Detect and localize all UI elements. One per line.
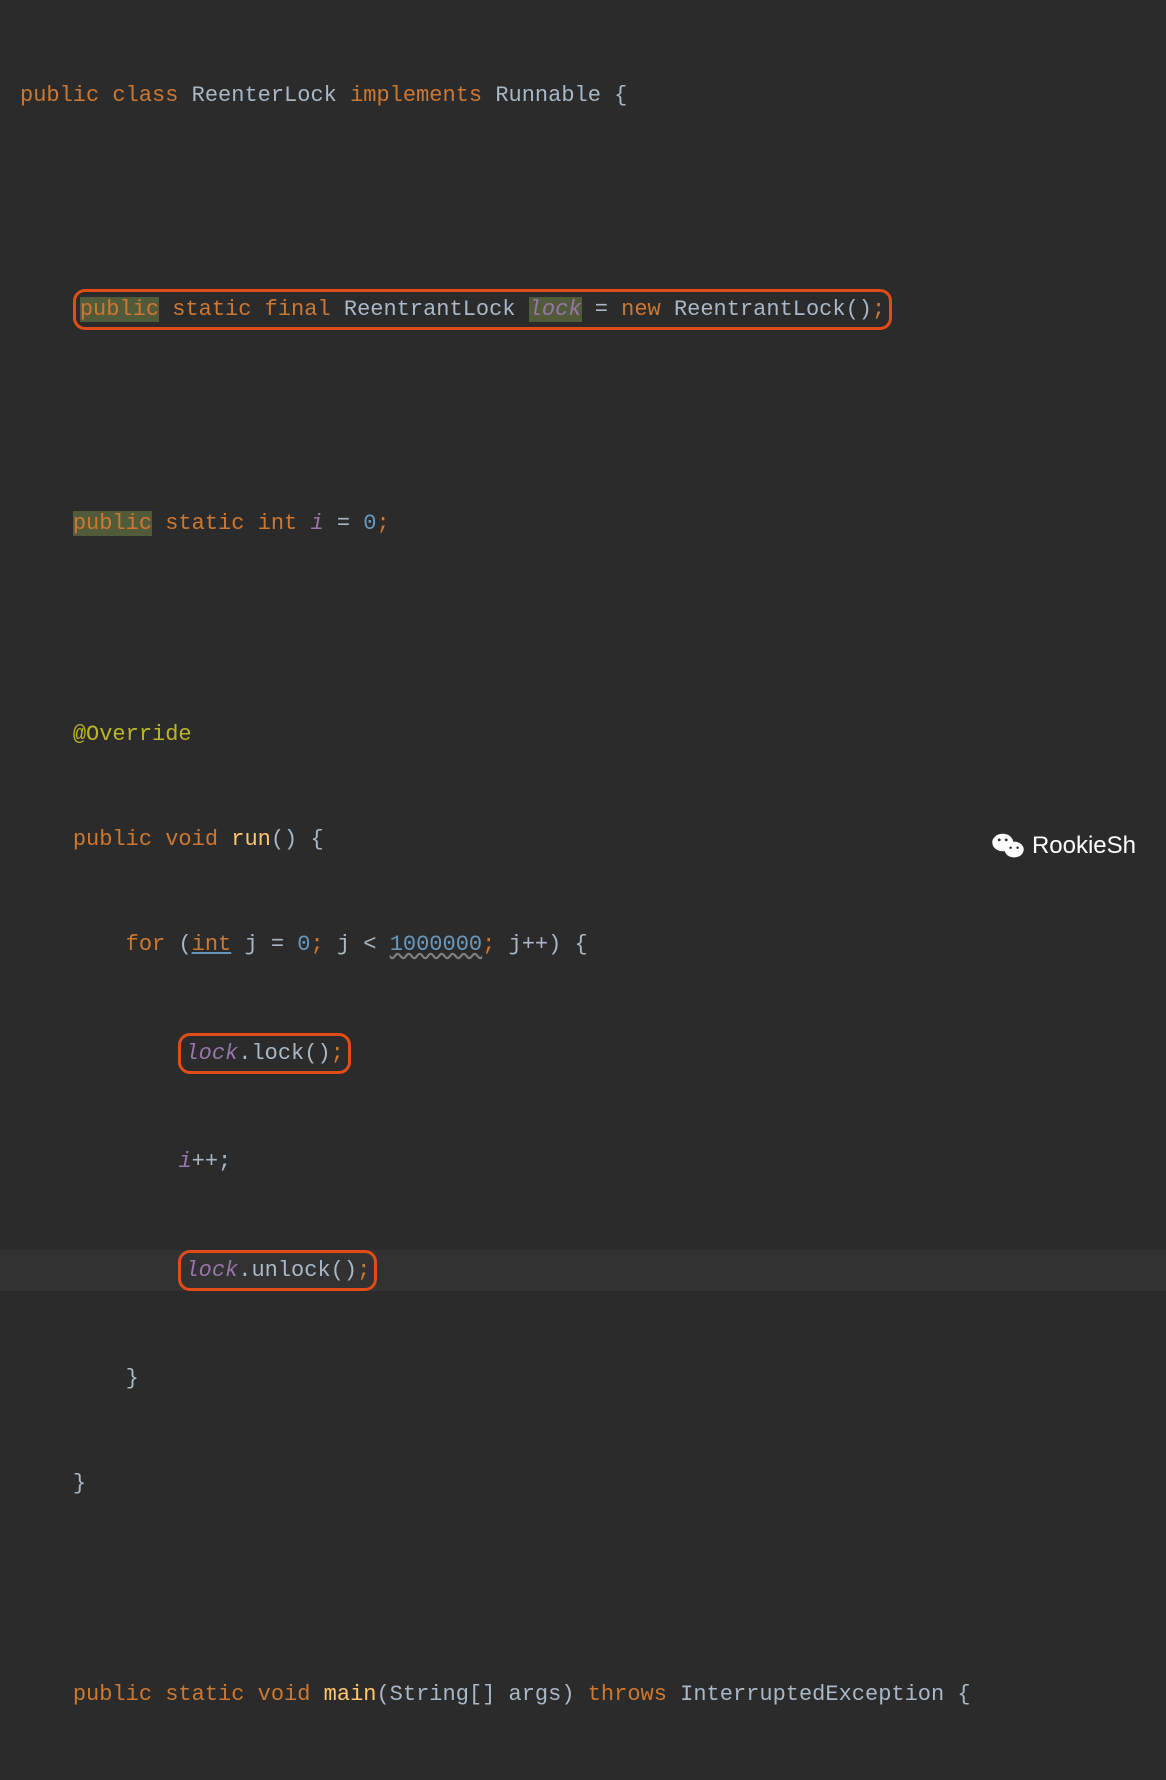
keyword-public: public <box>20 83 99 108</box>
watermark: RookieSh <box>992 827 1136 865</box>
code-line-current[interactable]: lock.unlock(); <box>0 1250 1166 1291</box>
code-line[interactable]: public class ReenterLock implements Runn… <box>0 78 1166 113</box>
code-line[interactable]: } <box>0 1466 1166 1501</box>
code-line[interactable]: public static final ReentrantLock lock =… <box>0 289 1166 330</box>
class-name: ReenterLock <box>192 83 337 108</box>
highlight-box: lock.lock(); <box>178 1033 350 1074</box>
method-name: main <box>324 1682 377 1707</box>
annotation-override: @Override <box>73 722 192 747</box>
code-line[interactable]: i++; <box>0 1144 1166 1179</box>
keyword-static: static <box>172 297 251 322</box>
method-name: run <box>231 827 271 852</box>
highlight-box: public static final ReentrantLock lock =… <box>73 289 892 330</box>
keyword-public: public <box>73 511 152 536</box>
code-editor[interactable]: public class ReenterLock implements Runn… <box>0 8 1166 1780</box>
keyword-final: final <box>265 297 331 322</box>
code-line[interactable] <box>0 184 1166 219</box>
highlight-box: lock.unlock(); <box>178 1250 377 1291</box>
keyword-new: new <box>621 297 661 322</box>
keyword-public: public <box>80 297 159 322</box>
keyword-void: void <box>165 827 218 852</box>
number-literal: 0 <box>363 511 376 536</box>
keyword-for: for <box>126 932 166 957</box>
keyword-public: public <box>73 1682 152 1707</box>
keyword-static: static <box>165 1682 244 1707</box>
constructor-call: ReentrantLock() <box>674 297 872 322</box>
keyword-static: static <box>165 511 244 536</box>
brace: } <box>73 1471 86 1496</box>
field-ref: i <box>178 1149 191 1174</box>
method-call: unlock() <box>251 1258 357 1283</box>
field-ref: lock <box>185 1041 238 1066</box>
field-ref: lock <box>185 1258 238 1283</box>
keyword-public: public <box>73 827 152 852</box>
wechat-icon <box>992 832 1024 860</box>
code-line[interactable]: for (int j = 0; j < 1000000; j++) { <box>0 927 1166 962</box>
code-line[interactable] <box>0 611 1166 646</box>
keyword-class: class <box>112 83 178 108</box>
code-line[interactable] <box>0 401 1166 436</box>
keyword-throws: throws <box>588 1682 667 1707</box>
method-call: lock() <box>251 1041 330 1066</box>
keyword-implements: implements <box>350 83 482 108</box>
code-line[interactable]: } <box>0 1361 1166 1396</box>
code-line[interactable]: public static int i = 0; <box>0 506 1166 541</box>
field-name: lock <box>529 297 582 322</box>
code-line[interactable] <box>0 1572 1166 1607</box>
code-line[interactable]: @Override <box>0 717 1166 752</box>
number-literal: 1000000 <box>390 932 482 957</box>
field-name: i <box>310 511 323 536</box>
interface-name: Runnable <box>495 83 601 108</box>
code-line[interactable]: lock.lock(); <box>0 1033 1166 1074</box>
keyword-int: int <box>192 932 232 957</box>
number-literal: 0 <box>297 932 310 957</box>
keyword-int: int <box>258 511 298 536</box>
brace: } <box>126 1366 139 1391</box>
watermark-text: RookieSh <box>1032 827 1136 865</box>
semicolon: ; <box>872 297 885 322</box>
type-name: ReentrantLock <box>344 297 516 322</box>
keyword-void: void <box>258 1682 311 1707</box>
brace: { <box>601 83 627 108</box>
code-line[interactable]: public static void main(String[] args) t… <box>0 1677 1166 1712</box>
exception-type: InterruptedException { <box>680 1682 970 1707</box>
